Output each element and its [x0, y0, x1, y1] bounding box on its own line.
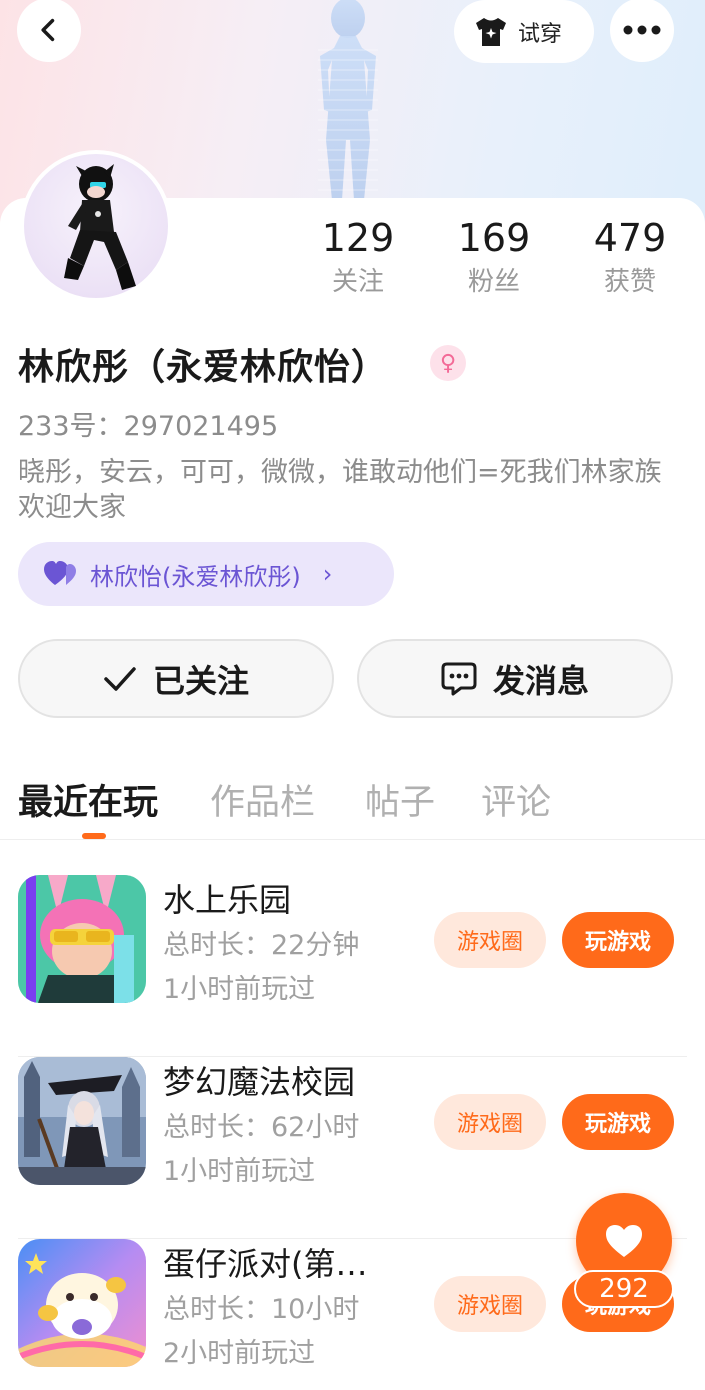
tab-indicator	[82, 833, 106, 839]
relation-chip[interactable]: 林欣怡(永爱林欣彤) ›	[18, 542, 394, 606]
tab-posts[interactable]: 帖子	[365, 774, 435, 825]
game-thumbnail	[18, 875, 146, 1003]
female-icon: ♀	[430, 345, 466, 381]
follow-button[interactable]: 已关注	[18, 639, 334, 718]
game-title: 梦幻魔法校园	[163, 1063, 356, 1101]
tab-comments[interactable]: 评论	[481, 774, 551, 825]
game-last-played: 2小时前玩过	[163, 1338, 316, 1369]
avatar-character-image	[64, 164, 136, 290]
game-art-image	[18, 1239, 146, 1367]
avatar[interactable]	[20, 150, 172, 302]
stat-fans-label: 粉丝	[467, 267, 520, 297]
game-title: 水上乐园	[163, 881, 292, 919]
checkmark-icon	[104, 666, 136, 691]
message-label: 发消息	[492, 661, 589, 700]
stat-following[interactable]: 129 关注	[298, 214, 418, 302]
game-last-played: 1小时前玩过	[163, 1156, 316, 1187]
back-button[interactable]	[17, 0, 81, 62]
try-on-button[interactable]: 试穿	[454, 0, 594, 63]
play-game-button[interactable]: 玩游戏	[562, 912, 674, 968]
game-circle-button[interactable]: 游戏圈	[434, 912, 546, 968]
profile-name: 林欣彤（永爱林欣怡）	[18, 347, 389, 388]
more-dots-icon	[623, 25, 661, 35]
game-duration: 总时长：22分钟	[163, 930, 360, 961]
user-id: 233号：297021495	[18, 411, 279, 442]
profile-bio: 晓彤，安云，可可，微微，谁敢动他们=死我们林家族欢迎大家	[18, 457, 662, 523]
stat-following-label: 关注	[331, 267, 384, 297]
follow-label: 已关注	[152, 661, 249, 700]
game-thumbnail	[18, 1057, 146, 1185]
stat-likes-value: 479	[593, 216, 667, 260]
game-title: 蛋仔派对(第…	[163, 1245, 368, 1283]
avatar-3d-figure	[318, 0, 378, 200]
tab-recently-played[interactable]: 最近在玩	[18, 774, 158, 825]
profile-tabs: 最近在玩 作品栏 帖子 评论	[0, 770, 705, 840]
message-button[interactable]: 发消息	[357, 639, 673, 718]
chat-bubble-icon	[441, 662, 477, 695]
double-heart-icon	[44, 561, 76, 585]
game-duration: 总时长：62小时	[163, 1112, 360, 1143]
play-game-button[interactable]: 玩游戏	[562, 1094, 674, 1150]
list-item[interactable]: 水上乐园 总时长：22分钟 1小时前玩过 游戏圈 玩游戏	[0, 875, 705, 1057]
game-thumbnail	[18, 1239, 146, 1367]
stat-fans-value: 169	[457, 216, 531, 260]
try-on-label: 试穿	[518, 21, 563, 47]
stat-likes[interactable]: 479 获赞	[570, 214, 690, 302]
relation-label: 林欣怡(永爱林欣彤)	[90, 562, 301, 591]
game-art-image	[18, 1057, 146, 1185]
like-count-badge: 292	[574, 1270, 674, 1308]
game-circle-button[interactable]: 游戏圈	[434, 1094, 546, 1150]
game-last-played: 1小时前玩过	[163, 974, 316, 1005]
chevron-right-icon: ›	[322, 560, 333, 588]
more-button[interactable]	[610, 0, 674, 62]
stat-following-value: 129	[321, 216, 395, 260]
tab-works[interactable]: 作品栏	[210, 774, 315, 825]
game-circle-button[interactable]: 游戏圈	[434, 1276, 546, 1332]
tshirt-icon	[476, 17, 506, 46]
chevron-left-icon	[41, 18, 55, 42]
stat-fans[interactable]: 169 粉丝	[434, 214, 554, 302]
game-art-image	[18, 875, 146, 1003]
game-duration: 总时长：10小时	[163, 1294, 360, 1325]
stat-likes-label: 获赞	[603, 267, 656, 297]
heart-icon	[606, 1225, 642, 1257]
